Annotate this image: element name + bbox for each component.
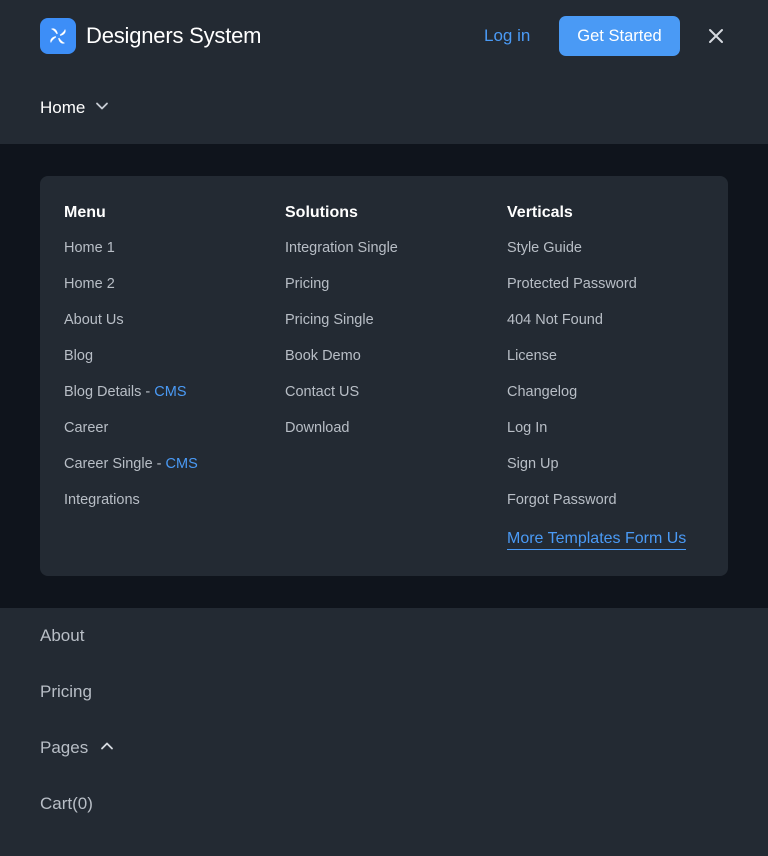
nav-item-pricing[interactable]: Pricing [40, 664, 114, 720]
menu-link-forgot-password[interactable]: Forgot Password [507, 491, 686, 527]
solutions-column: Solutions Integration Single Pricing Pri… [285, 202, 398, 455]
brand-name[interactable]: Designers System [86, 23, 262, 49]
cms-badge: CMS [165, 456, 198, 472]
menu-link-changelog[interactable]: Changelog [507, 383, 686, 419]
nav-item-pages[interactable]: Pages [40, 720, 114, 776]
menu-link-blog[interactable]: Blog [64, 347, 198, 383]
menu-link-404-not-found[interactable]: 404 Not Found [507, 311, 686, 347]
menu-link-about-us[interactable]: About Us [64, 311, 198, 347]
menu-link-sign-up[interactable]: Sign Up [507, 455, 686, 491]
chevron-up-icon [100, 738, 114, 758]
menu-link-log-in[interactable]: Log In [507, 419, 686, 455]
menu-link-integration-single[interactable]: Integration Single [285, 239, 398, 275]
close-icon[interactable] [704, 24, 728, 48]
nav-item-label: Pages [40, 738, 89, 757]
verticals-column: Verticals Style Guide Protected Password… [507, 202, 687, 550]
menu-link-download[interactable]: Download [285, 419, 398, 455]
menu-link-pricing-single[interactable]: Pricing Single [285, 311, 398, 347]
menu-link-pricing[interactable]: Pricing [285, 275, 398, 311]
menu-link-contact-us[interactable]: Contact US [285, 383, 398, 419]
home-dropdown-toggle[interactable]: Home [40, 96, 109, 120]
menu-column: Menu Home 1 Home 2 About Us Blog Blog De… [64, 202, 198, 527]
mega-menu-panel: Menu Home 1 Home 2 About Us Blog Blog De… [40, 176, 728, 576]
nav-item-label: Cart(0) [40, 794, 93, 813]
home-dropdown-label: Home [40, 98, 86, 117]
menu-link-home-2[interactable]: Home 2 [64, 275, 198, 311]
login-link[interactable]: Log in [484, 26, 530, 46]
menu-column-title: Menu [64, 204, 106, 221]
menu-link-book-demo[interactable]: Book Demo [285, 347, 398, 383]
menu-link-home-1[interactable]: Home 1 [64, 239, 198, 275]
menu-link-career-single[interactable]: Career Single - CMS [64, 455, 198, 491]
menu-link-integrations[interactable]: Integrations [64, 491, 198, 527]
menu-link-career[interactable]: Career [64, 419, 198, 455]
nav-item-label: About [40, 626, 85, 645]
chevron-down-icon [95, 99, 109, 118]
menu-link-protected-password[interactable]: Protected Password [507, 275, 686, 311]
nav-item-label: Pricing [40, 682, 92, 701]
more-templates-link[interactable]: More Templates Form Us [507, 530, 687, 550]
nav-item-about[interactable]: About [40, 608, 114, 664]
menu-link-blog-details[interactable]: Blog Details - CMS [64, 383, 198, 419]
header: Designers System Log in Get Started [0, 0, 768, 72]
cms-badge: CMS [154, 384, 187, 400]
menu-link-style-guide[interactable]: Style Guide [507, 239, 686, 275]
nav-item-cart[interactable]: Cart(0) [40, 776, 114, 832]
verticals-column-title: Verticals [507, 204, 573, 221]
solutions-column-title: Solutions [285, 204, 358, 221]
menu-link-license[interactable]: License [507, 347, 686, 383]
mobile-nav-list: About Pricing Pages Cart(0) [40, 608, 114, 832]
get-started-button[interactable]: Get Started [559, 16, 680, 56]
pinwheel-logo-icon[interactable] [40, 18, 76, 54]
